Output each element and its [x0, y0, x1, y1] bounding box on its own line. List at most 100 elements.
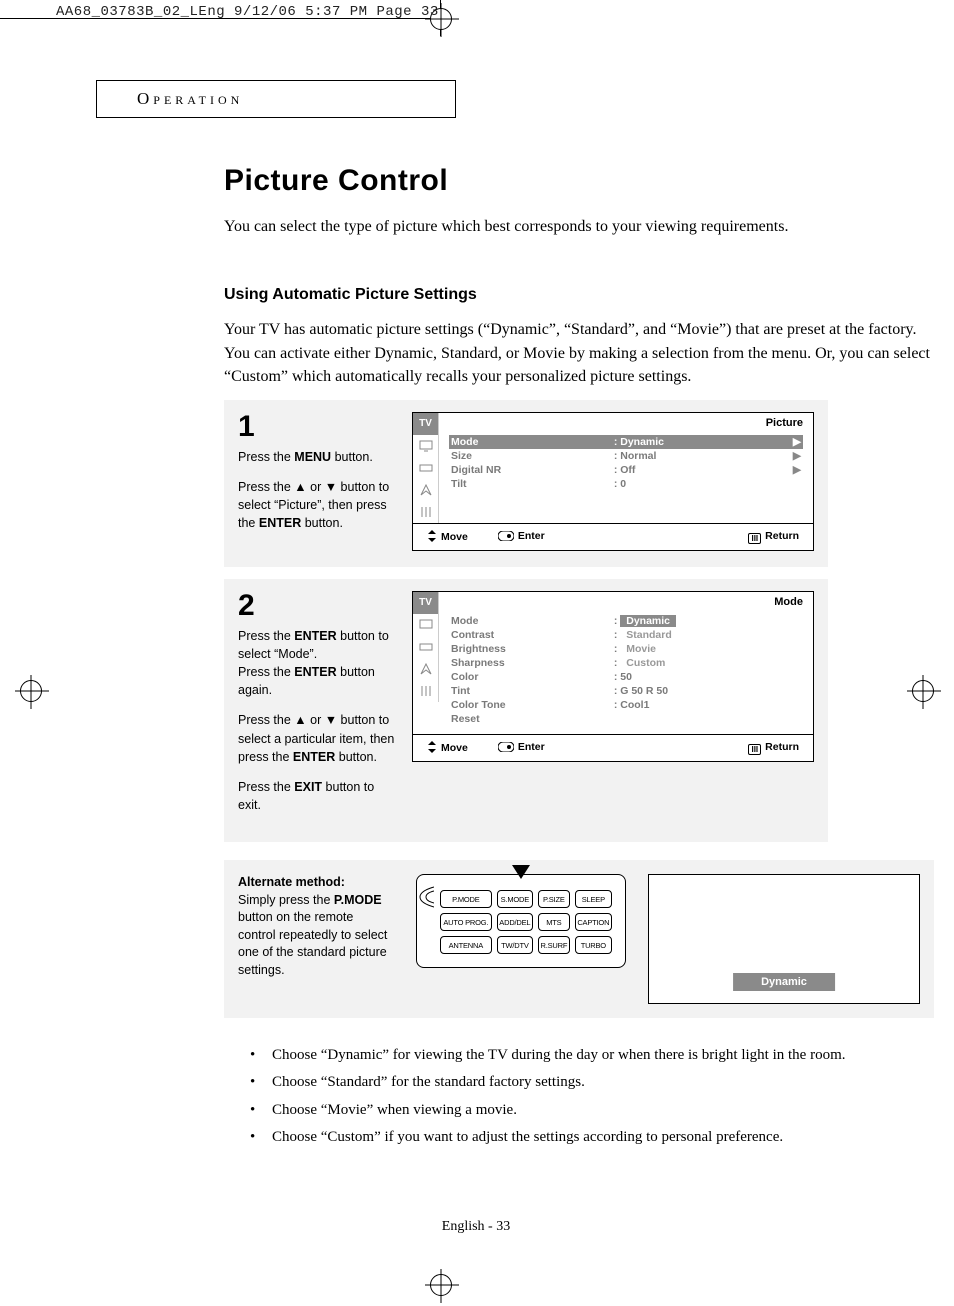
osd-row: Color: 50 [449, 670, 803, 684]
text: button. [335, 750, 377, 764]
text: Enter [518, 741, 545, 753]
osd-value [612, 712, 789, 726]
osd-arrow: ▶ [789, 435, 803, 449]
osd-screenshot-1: TV Picture Mode: Dynamic▶Size: Normal▶Di… [412, 412, 814, 551]
osd-row: Color Tone: Cool1 [449, 698, 803, 712]
page-title: Picture Control [224, 164, 856, 198]
intro-paragraph: Your TV has automatic picture settings (… [224, 318, 944, 388]
osd-tab-sound-icon [413, 457, 439, 479]
updown-icon [427, 741, 437, 753]
step-2-block: 2 Press the ENTER button to select “Mode… [224, 579, 828, 842]
osd-tab-icons: TV [413, 592, 439, 734]
osd-arrow [789, 477, 803, 491]
text: button on the remote control repeatedly … [238, 910, 387, 977]
osd-value: : Custom [612, 656, 789, 670]
osd-row: Mode: Dynamic▶ [449, 435, 803, 449]
osd-label: Sharpness [449, 656, 612, 670]
osd-label: Mode [449, 614, 612, 628]
osd-value: : Cool1 [612, 698, 789, 712]
step-number: 1 [238, 412, 396, 442]
note-item: Choose “Custom” if you want to adjust th… [244, 1126, 944, 1149]
osd-menu-table: Mode: Dynamic▶Size: Normal▶Digital NR: O… [449, 435, 803, 491]
text: Press the [238, 629, 294, 643]
remote-button: MTS [538, 913, 570, 931]
text: Press the [238, 450, 294, 464]
remote-button: P.SIZE [538, 890, 570, 908]
text: Press the [238, 780, 294, 794]
text: P.MODE [334, 893, 382, 907]
remote-button: TURBO [575, 936, 612, 954]
page-number: English - 33 [96, 1219, 856, 1235]
osd-row: Tilt: 0 [449, 477, 803, 491]
osd-value: : G 50 R 50 [612, 684, 789, 698]
step-1-text: 1 Press the MENU button. Press the ▲ or … [238, 412, 396, 545]
osd-arrow [789, 670, 803, 684]
osd-label: Brightness [449, 642, 612, 656]
osd-value: : 0 [612, 477, 789, 491]
osd-label: Contrast [449, 628, 612, 642]
osd-arrow [789, 684, 803, 698]
osd-row: Brightness: Movie [449, 642, 803, 656]
osd-arrow [789, 628, 803, 642]
remote-button: TW/DTV [497, 936, 533, 954]
osd-tab-channel-icon [413, 658, 439, 680]
osd-row: Tint: G 50 R 50 [449, 684, 803, 698]
text: button. [301, 516, 343, 530]
page-content: Operation Picture Control You can select… [96, 80, 856, 1235]
osd-label: Color Tone [449, 698, 612, 712]
remote-button: ADD/DEL [497, 913, 533, 931]
note-item: Choose “Dynamic” for viewing the TV duri… [244, 1044, 944, 1067]
osd-value: : Standard [612, 628, 789, 642]
osd-tab-tv: TV [413, 413, 439, 435]
sub-heading: Using Automatic Picture Settings [224, 286, 856, 304]
remote-buttons: P.MODES.MODEP.SIZESLEEPAUTO PROG.ADD/DEL… [435, 885, 617, 959]
osd-value: : 50 [612, 670, 789, 684]
remote-button: S.MODE [497, 890, 533, 908]
tv-preview-box: Dynamic [648, 874, 920, 1004]
note-item: Choose “Movie” when viewing a movie. [244, 1099, 944, 1122]
enter-icon [498, 531, 514, 541]
osd-label: Tilt [449, 477, 612, 491]
text: ENTER [259, 516, 301, 530]
remote-button: ANTENNA [440, 936, 492, 954]
text: Simply press the [238, 893, 334, 907]
remote-button: P.MODE [440, 890, 492, 908]
arrow-down-icon [512, 865, 530, 879]
osd-value: : Dynamic [612, 614, 789, 628]
osd-row: Mode: Dynamic [449, 614, 803, 628]
osd-value: : Off [612, 463, 789, 477]
osd-tab-sound-icon [413, 636, 439, 658]
osd-row: Reset [449, 712, 803, 726]
notes-list: Choose “Dynamic” for viewing the TV duri… [244, 1044, 944, 1149]
remote-button: CAPTION [575, 913, 612, 931]
updown-icon [427, 530, 437, 542]
osd-tab-picture-icon [413, 435, 439, 457]
text: ENTER [294, 665, 336, 679]
osd-arrow [789, 698, 803, 712]
registration-mark [20, 680, 42, 702]
osd-tab-channel-icon [413, 479, 439, 501]
text: Move [441, 531, 468, 543]
text: Alternate method: [238, 875, 345, 889]
lead-paragraph: You can select the type of picture which… [224, 216, 856, 238]
text: MENU [294, 450, 331, 464]
osd-arrow [789, 642, 803, 656]
alternate-text: Alternate method: Simply press the P.MOD… [238, 874, 394, 979]
osd-label: Reset [449, 712, 612, 726]
osd-tab-setup-icon [413, 680, 439, 702]
osd-screenshot-2: TV Mode Mode: DynamicContrast: StandardB… [412, 591, 814, 762]
step-1-block: 1 Press the MENU button. Press the ▲ or … [224, 400, 828, 567]
osd-arrow: ▶ [789, 463, 803, 477]
text: Press the [238, 665, 294, 679]
text: Move [441, 742, 468, 754]
osd-arrow: ▶ [789, 449, 803, 463]
text: Enter [518, 530, 545, 542]
print-slugline: AA68_03783B_02_LEng 9/12/06 5:37 PM Page… [56, 4, 439, 20]
remote-button: R.SURF [538, 936, 570, 954]
text: Return [765, 741, 799, 753]
osd-row: Sharpness: Custom [449, 656, 803, 670]
text: ENTER [293, 750, 335, 764]
osd-tab-setup-icon [413, 501, 439, 523]
osd-tab-icons: TV [413, 413, 439, 523]
step-2-text: 2 Press the ENTER button to select “Mode… [238, 591, 396, 826]
